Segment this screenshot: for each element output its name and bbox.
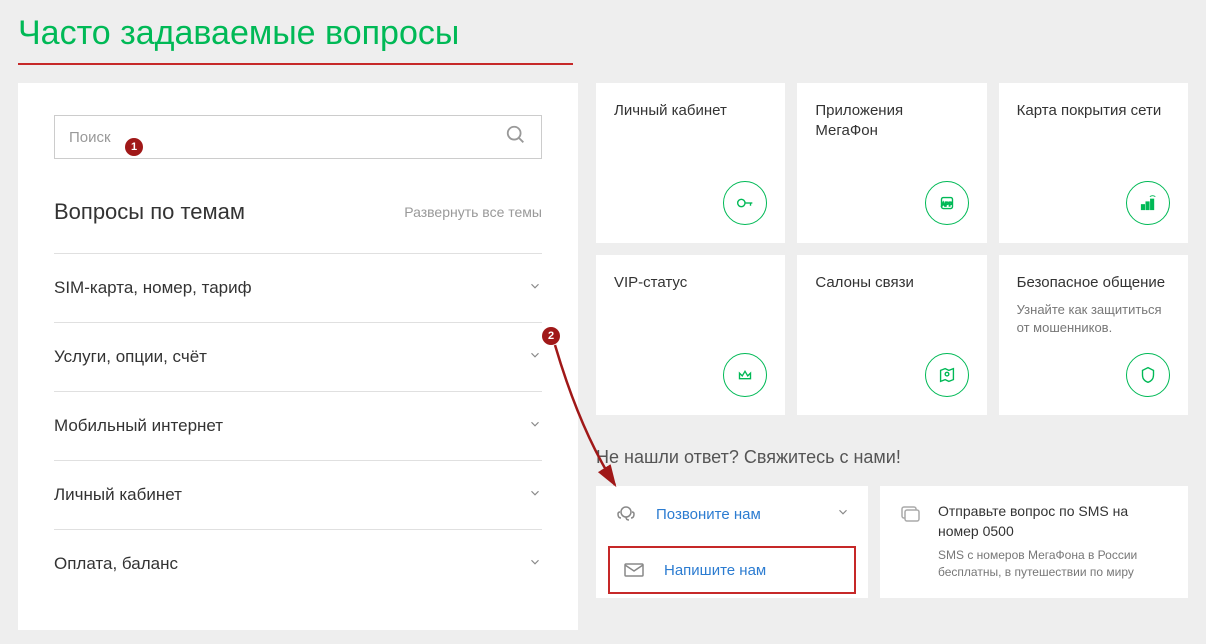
topic-label: Услуги, опции, счёт	[54, 347, 207, 367]
key-icon	[723, 181, 767, 225]
sms-title: Отправьте вопрос по SMS на номер 0500	[938, 502, 1170, 541]
chevron-down-icon	[528, 279, 542, 298]
card-title: Личный кабинет	[614, 101, 767, 121]
topic-label: Мобильный интернет	[54, 416, 223, 436]
card-apps[interactable]: Приложения МегаФон APP	[797, 83, 986, 243]
call-label: Позвоните нам	[656, 506, 820, 523]
card-title: Безопасное общение	[1017, 273, 1170, 293]
sms-panel[interactable]: Отправьте вопрос по SMS на номер 0500 SM…	[880, 486, 1188, 598]
card-coverage[interactable]: Карта покрытия сети	[999, 83, 1188, 243]
contact-panel: Позвоните нам Напишите нам	[596, 486, 868, 598]
card-cabinet[interactable]: Личный кабинет	[596, 83, 785, 243]
chevron-down-icon	[528, 555, 542, 574]
headset-icon	[614, 502, 640, 526]
topic-cabinet[interactable]: Личный кабинет	[54, 460, 542, 529]
faq-panel: Вопросы по темам Развернуть все темы SIM…	[18, 83, 578, 630]
card-title: VIP-статус	[614, 273, 767, 293]
app-icon: APP	[925, 181, 969, 225]
topic-payment[interactable]: Оплата, баланс	[54, 529, 542, 598]
chevron-down-icon	[528, 486, 542, 505]
call-us-item[interactable]: Позвоните нам	[596, 486, 868, 542]
signal-icon	[1126, 181, 1170, 225]
topic-label: Личный кабинет	[54, 485, 182, 505]
sms-icon	[898, 502, 924, 582]
card-security[interactable]: Безопасное общение Узнайте как защититьс…	[999, 255, 1188, 415]
card-vip[interactable]: VIP-статус	[596, 255, 785, 415]
right-panel: Личный кабинет Приложения МегаФон APP Ка…	[596, 83, 1188, 630]
card-title: Карта покрытия сети	[1017, 101, 1170, 121]
sms-desc: SMS с номеров МегаФона в России бесплатн…	[938, 547, 1170, 581]
topic-internet[interactable]: Мобильный интернет	[54, 391, 542, 460]
topic-label: Оплата, баланс	[54, 554, 178, 574]
card-title: Приложения МегаФон	[815, 101, 968, 140]
expand-all-link[interactable]: Развернуть все темы	[404, 204, 542, 220]
crown-icon	[723, 353, 767, 397]
write-us-item[interactable]: Напишите нам	[608, 546, 856, 594]
envelope-icon	[622, 558, 648, 582]
search-icon[interactable]	[505, 124, 527, 151]
topic-sim[interactable]: SIM-карта, номер, тариф	[54, 253, 542, 322]
card-title: Салоны связи	[815, 273, 968, 293]
write-label: Напишите нам	[664, 562, 842, 579]
chevron-down-icon	[528, 417, 542, 436]
chevron-down-icon	[836, 505, 850, 524]
map-pin-icon	[925, 353, 969, 397]
topics-heading: Вопросы по темам	[54, 199, 245, 225]
topic-services[interactable]: Услуги, опции, счёт	[54, 322, 542, 391]
card-stores[interactable]: Салоны связи	[797, 255, 986, 415]
contact-heading: Не нашли ответ? Свяжитесь с нами!	[596, 447, 1188, 468]
annotation-badge-2: 2	[542, 327, 560, 345]
annotation-badge-1: 1	[125, 138, 143, 156]
shield-icon	[1126, 353, 1170, 397]
page-title: Часто задаваемые вопросы	[18, 14, 573, 65]
chevron-down-icon	[528, 348, 542, 367]
topic-label: SIM-карта, номер, тариф	[54, 278, 252, 298]
svg-text:APP: APP	[941, 202, 952, 208]
card-subtitle: Узнайте как защититься от мошенников.	[1017, 301, 1170, 337]
